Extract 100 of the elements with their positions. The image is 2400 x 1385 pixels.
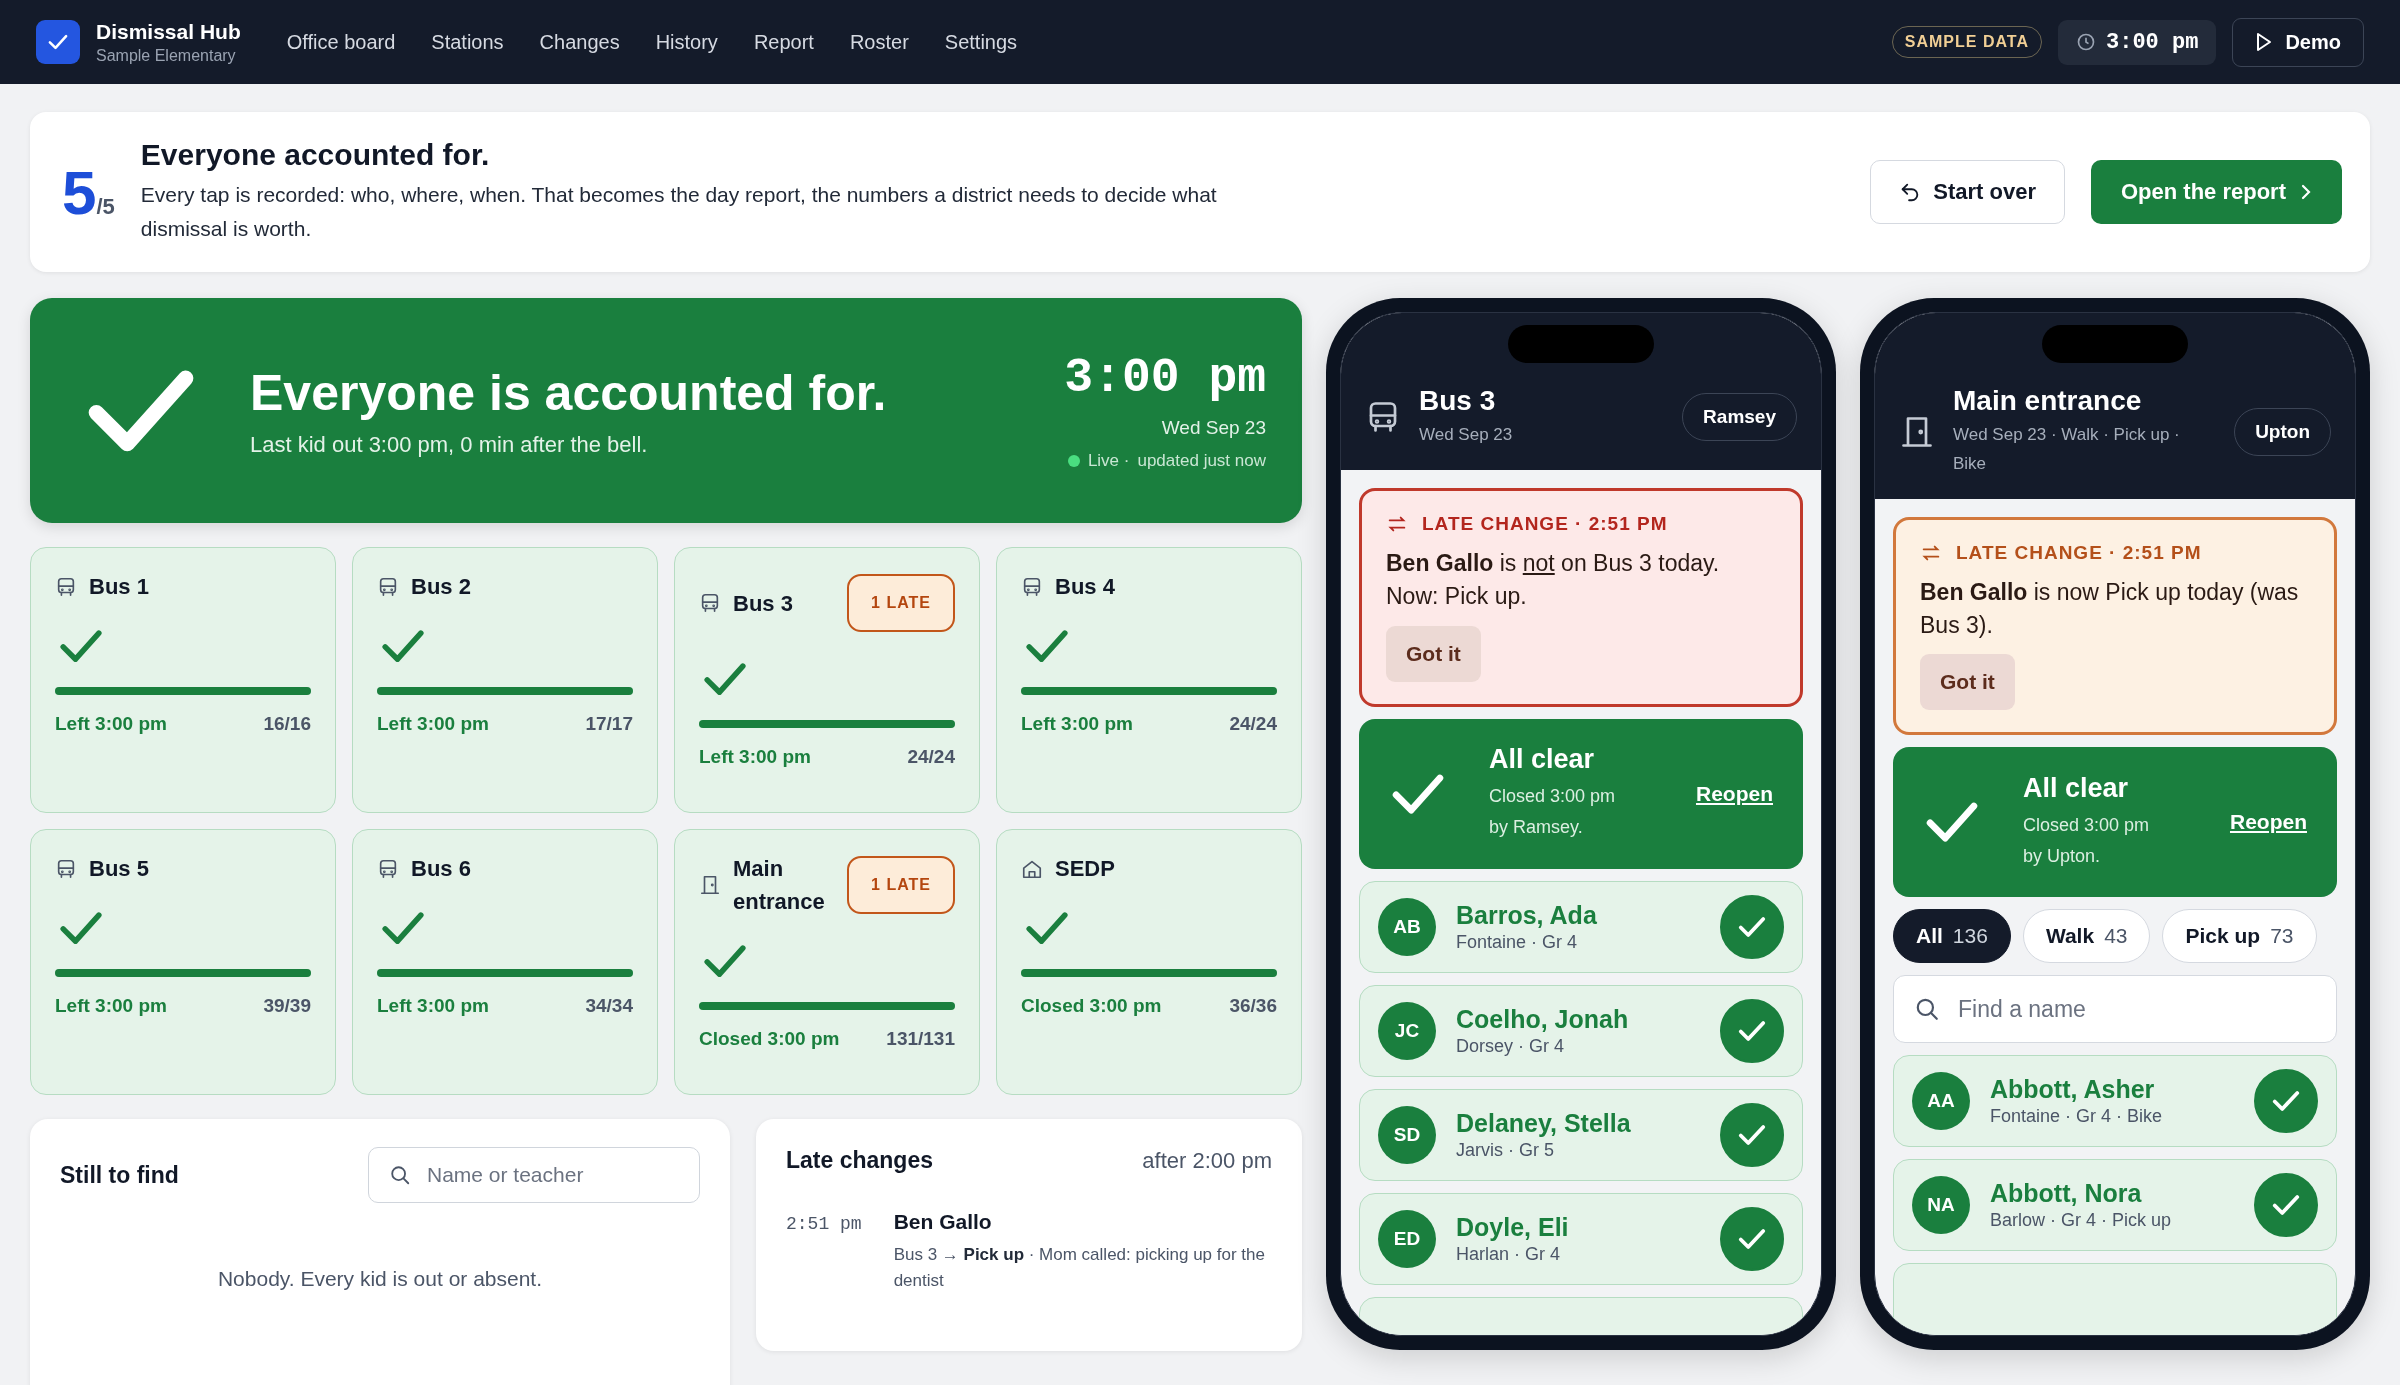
student-name: Abbott, Asher [1990,1075,2156,1105]
student-row[interactable]: ED Doyle, Eli Harlan · Gr 4 [1359,1192,1803,1285]
station-tile[interactable]: Bus 5 Left 3:00 pm 39/39 [30,829,336,1095]
start-over-button[interactable]: Start over [1870,160,2065,224]
station-tile[interactable]: SEDP Closed 3:00 pm 36/36 [996,829,1302,1095]
reopen-link[interactable]: Reopen [1696,781,1773,806]
station-count: 131/131 [886,1028,955,1051]
student-row[interactable]: JC Coelho, Jonah Dorsey · Gr 4 [1359,984,1803,1077]
station-status: Closed 3:00 pm [699,1028,840,1051]
avatar: AA [1912,1072,1970,1131]
got-it-button[interactable]: Got it [1386,625,1481,682]
late-badge: 1 LATE [847,574,955,632]
current-date: Wed Sep 23 [1161,416,1266,439]
open-report-button[interactable]: Open the report [2091,160,2342,224]
all-clear-title: All clear [1489,744,1596,776]
station-title: Bus 3 [1419,385,1497,417]
student-row[interactable]: NA Abbott, Nora Barlow · Gr 4 · Pick up [1893,1159,2337,1252]
reopen-link[interactable]: Reopen [2230,810,2307,835]
student-name: Abbott, Nora [1990,1179,2143,1209]
station-count: 5/5 [62,156,115,228]
student-row[interactable]: SD Delaney, Stella Jarvis · Gr 5 [1359,1088,1803,1181]
avatar: JC [1378,1001,1436,1060]
student-detail: Fontaine · Gr 4 [1456,931,1579,953]
station-status: Left 3:00 pm [377,713,489,736]
station-name: SEDP [1055,855,1116,883]
empty-message: Nobody. Every kid is out or absent. [216,1267,544,1291]
station-name: Main entrance [733,855,826,916]
student-name: Delaney, Stella [1456,1108,1632,1138]
search-input[interactable]: Find a name [1956,994,2316,1024]
station-name: Bus 6 [411,855,472,883]
filter-chip[interactable]: Pick up 73 [2162,909,2317,964]
student-name: Ben Gallo [893,1210,993,1234]
staff-button[interactable]: Upton [2234,407,2331,456]
avatar: SD [1378,1105,1436,1164]
station-status: Left 3:00 pm [55,995,167,1018]
app-name: Dismissal Hub [96,19,241,44]
search-field[interactable]: Name or teacher [368,1147,700,1203]
student-name: Coelho, Jonah [1456,1004,1630,1034]
station-tile[interactable]: Bus 2 Left 3:00 pm 17/17 [352,547,658,813]
station-tile[interactable]: Main entrance 1 LATE Closed 3:00 pm 131/131 [674,829,980,1095]
student-detail: Barlow · Gr 4 · Pick up [1990,1210,2173,1232]
nav-link[interactable]: Stations [431,30,504,54]
filter-chip[interactable]: All 136 [1893,909,2011,964]
student-name: Barros, Ada [1456,900,1598,930]
student-detail: Jarvis · Gr 5 [1456,1139,1555,1161]
station-tile[interactable]: Bus 3 1 LATE Left 3:00 pm 24/24 [674,547,980,813]
change-time: 2:51 pm [786,1213,862,1236]
current-time: 3:00 pm [1064,350,1266,405]
student-row[interactable]: AA Abbott, Asher Fontaine · Gr 4 · Bike [1893,1055,2337,1148]
station-status: Left 3:00 pm [55,713,167,736]
search-field[interactable]: Find a name [1893,975,2337,1044]
all-clear-title: All clear [2023,773,2130,805]
student-row[interactable]: AB Barros, Ada Fontaine · Gr 4 [1359,880,1803,973]
card-title: Late changes [786,1147,933,1174]
got-it-button[interactable]: Got it [1920,654,2015,711]
station-title: Main entrance [1953,385,2143,417]
station-name: Bus 3 [733,589,794,618]
clock-time: 3:00 pm [2106,29,2199,55]
station-subtitle: Wed Sep 23 · Walk · Pick up · Bike [1953,424,2181,475]
card-title: Still to find [60,1161,179,1189]
nav-link[interactable]: History [655,30,718,54]
nav-link[interactable]: Settings [944,30,1018,54]
since-label: after 2:00 pm [1142,1147,1272,1174]
summary-text: Every tap is recorded: who, where, when. That becomes the day report, the numbers a district needs to decide what dismissal is worth. [140,182,1218,242]
student-name: Doyle, Eli [1456,1212,1570,1242]
station-status: Left 3:00 pm [699,746,811,769]
station-status: Left 3:00 pm [377,995,489,1018]
status-title: Everyone is accounted for. [250,363,888,422]
avatar: AB [1378,897,1436,956]
staff-button[interactable]: Ramsey [1682,393,1797,442]
station-tile[interactable]: Bus 1 Left 3:00 pm 16/16 [30,547,336,813]
station-count: 24/24 [907,746,955,769]
summary-title: Everyone accounted for. [140,138,491,173]
station-count: 36/36 [1229,995,1277,1018]
alert-text: Ben Gallo is now Pick up today (was Bus 3). [1920,577,2300,641]
station-name: Bus 1 [89,573,150,601]
student-detail: Dorsey · Gr 4 [1456,1035,1566,1057]
student-detail: Fontaine · Gr 4 · Bike [1990,1106,2164,1128]
demo-button[interactable]: Demo [2232,17,2364,67]
nav-link[interactable]: Changes [539,30,620,54]
nav-link[interactable]: Office board [286,30,396,54]
station-name: Bus 5 [89,855,150,883]
updated-label: updated just now [1137,450,1266,471]
student-detail: Harlan · Gr 4 [1456,1243,1562,1265]
station-tile[interactable]: Bus 6 Left 3:00 pm 34/34 [352,829,658,1095]
station-count: 17/17 [585,713,633,736]
alert-heading: LATE CHANGE · 2:51 PM [1422,512,1668,535]
station-name: Bus 4 [1055,573,1116,601]
nav-link[interactable]: Report [753,30,814,54]
closed-text: Closed 3:00 pm by Upton. [2023,814,2151,868]
station-count: 34/34 [585,995,633,1018]
nav-link[interactable]: Roster [849,30,909,54]
station-status: Closed 3:00 pm [1021,995,1162,1018]
station-count: 16/16 [263,713,311,736]
filter-chip[interactable]: Walk 43 [2022,909,2151,964]
alert-text: Ben Gallo is not on Bus 3 today. Now: Pick up. [1386,548,1721,612]
live-label: Live · [1087,450,1130,471]
search-input[interactable]: Name or teacher [425,1162,679,1188]
avatar: NA [1912,1176,1970,1235]
station-tile[interactable]: Bus 4 Left 3:00 pm 24/24 [996,547,1302,813]
